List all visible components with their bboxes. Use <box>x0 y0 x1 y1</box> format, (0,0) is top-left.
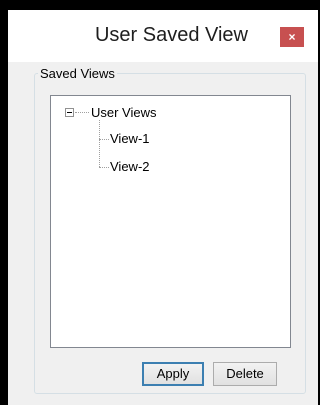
title-bar[interactable]: User Saved View × <box>8 10 318 62</box>
tree-connector-line <box>75 112 89 113</box>
tree-connector-line <box>99 139 109 140</box>
saved-views-group-label: Saved Views <box>38 66 117 81</box>
collapse-toggle-icon[interactable] <box>65 108 74 117</box>
saved-views-tree[interactable]: User Views View-1 View-2 <box>50 95 291 348</box>
close-button[interactable]: × <box>280 27 304 47</box>
apply-button[interactable]: Apply <box>142 362 204 386</box>
window-title: User Saved View <box>94 24 248 46</box>
delete-button[interactable]: Delete <box>213 362 277 386</box>
user-saved-view-dialog: User Saved View × Saved Views User Views… <box>8 10 318 405</box>
tree-node-view-2[interactable]: View-2 <box>110 159 150 174</box>
tree-connector-line <box>99 120 100 167</box>
tree-node-view-1[interactable]: View-1 <box>110 131 150 146</box>
tree-connector-line <box>99 167 109 168</box>
tree-node-user-views[interactable]: User Views <box>91 105 157 120</box>
